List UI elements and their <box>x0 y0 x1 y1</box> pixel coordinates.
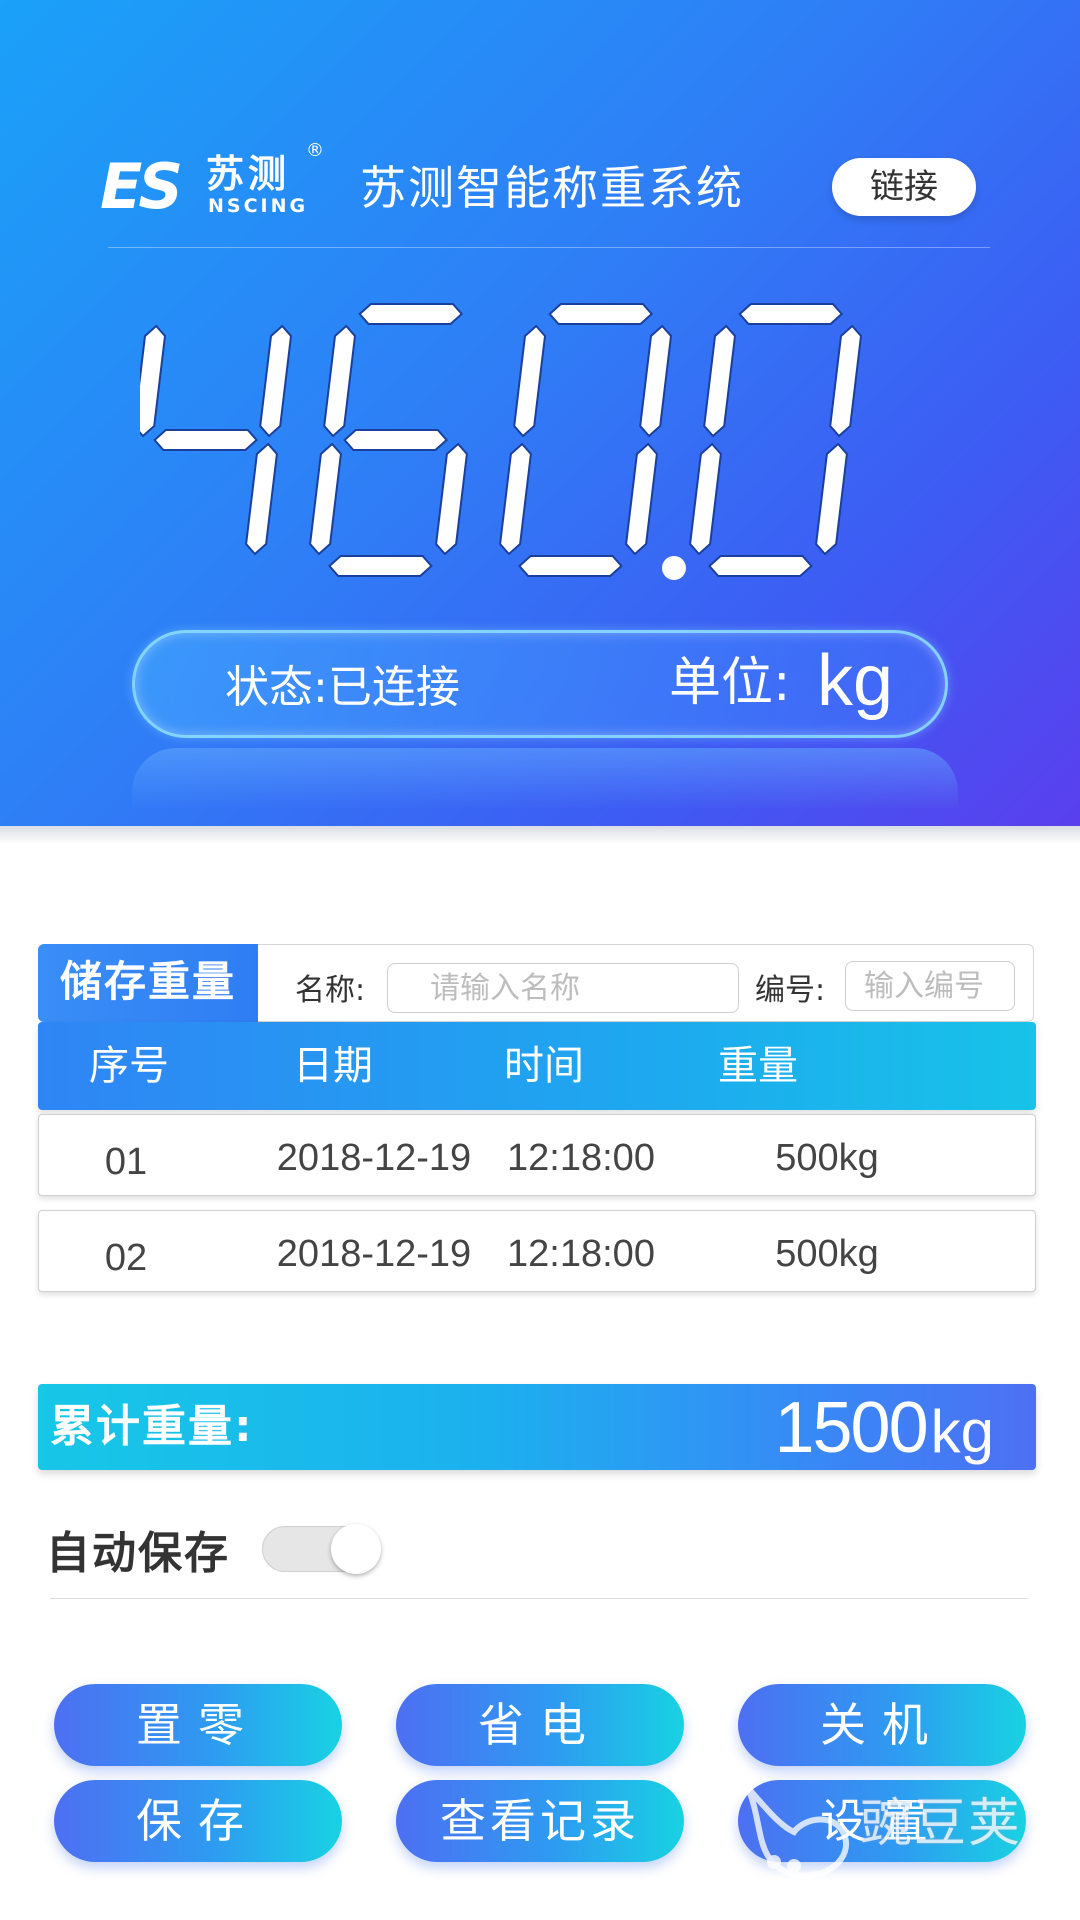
weight-digit-3 <box>689 303 863 577</box>
pill-reflection <box>132 748 958 808</box>
digit-segment-e <box>309 442 342 556</box>
cell-date: 2018-12-19 <box>276 1137 472 1179</box>
digit-segment-c <box>245 442 278 556</box>
cell-weight: 500kg <box>775 1137 879 1179</box>
code-input[interactable] <box>845 961 1015 1011</box>
digit-segment-g <box>153 429 259 451</box>
digit-segment-d <box>517 555 623 577</box>
digit-segment-b <box>259 324 293 438</box>
connection-status: 状态:已连接 <box>225 662 460 713</box>
digit-segment-c <box>435 442 468 556</box>
digit-segment-e <box>499 442 532 556</box>
unit-value: kg <box>817 641 894 721</box>
table-row[interactable]: 01 2018-12-19 12:18:00 500kg <box>38 1114 1036 1196</box>
digit-segment-a <box>358 303 464 325</box>
digit-segment-f <box>703 324 737 438</box>
digit-segment-f <box>513 324 547 438</box>
digit-segment-b <box>829 324 863 438</box>
view-records-button[interactable]: 查看记录 <box>396 1780 684 1862</box>
storage-bar: 储存重量 名称: 编号: <box>38 944 1034 1022</box>
column-header-date: 日期 <box>293 1043 373 1089</box>
weight-digit-2 <box>499 303 673 577</box>
watermark-icon <box>745 1786 849 1879</box>
save-button[interactable]: 保存 <box>54 1780 342 1862</box>
section-divider <box>50 1598 1028 1599</box>
total-weight-label: 累计重量: <box>50 1401 254 1452</box>
auto-save-label: 自动保存 <box>46 1528 230 1579</box>
total-weight-value: 1500kg <box>774 1390 994 1470</box>
zero-button[interactable]: 置零 <box>54 1684 342 1766</box>
header-divider <box>108 247 990 248</box>
weight-readout <box>140 303 863 580</box>
panel-shadow <box>0 826 1080 844</box>
storage-title: 储存重量 <box>38 944 258 1022</box>
status-pill: 状态:已连接 单位: kg <box>132 630 948 738</box>
registered-mark: ® <box>306 140 324 161</box>
logo-brand-en: NSCING <box>208 195 309 217</box>
shutdown-button[interactable]: 关机 <box>738 1684 1026 1766</box>
code-label: 编号: <box>755 973 826 1008</box>
digit-segment-c <box>815 442 848 556</box>
connect-button[interactable]: 链接 <box>832 158 976 216</box>
cell-date: 2018-12-19 <box>276 1233 472 1275</box>
nscing-logo: ES 苏测 NSCING ® <box>100 142 324 223</box>
digit-segment-g <box>343 429 449 451</box>
digit-segment-d <box>327 555 433 577</box>
toggle-knob[interactable] <box>331 1524 381 1574</box>
digit-segment-a <box>548 303 654 325</box>
column-header-time: 时间 <box>504 1043 584 1089</box>
cell-time: 12:18:00 <box>507 1233 655 1275</box>
digit-segment-b <box>639 324 673 438</box>
power-save-button[interactable]: 省电 <box>396 1684 684 1766</box>
digit-segment-a <box>738 303 844 325</box>
weight-digit-0 <box>140 324 293 556</box>
digit-segment-c <box>625 442 658 556</box>
watermark-text: 豌豆荚 <box>860 1794 1023 1854</box>
digit-segment-f <box>140 324 167 438</box>
table-header: 序号 日期 时间 重量 <box>38 1022 1036 1110</box>
total-weight-bar: 累计重量: 1500kg <box>38 1384 1036 1470</box>
name-label: 名称: <box>295 973 366 1008</box>
column-header-index: 序号 <box>89 1043 169 1089</box>
digit-segment-f <box>323 324 357 438</box>
cell-time: 12:18:00 <box>507 1137 655 1179</box>
unit-label: 单位: <box>669 653 791 713</box>
digit-segment-e <box>689 442 722 556</box>
cell-index: 01 <box>104 1141 148 1183</box>
column-header-weight: 重量 <box>718 1043 798 1089</box>
cell-index: 02 <box>104 1237 148 1279</box>
auto-save-toggle[interactable] <box>262 1524 381 1574</box>
digit-segment-d <box>707 555 813 577</box>
watermark: 豌豆荚 <box>734 1766 1064 1886</box>
app-title: 苏测智能称重系统 <box>360 161 744 215</box>
logo-mark: ES <box>100 150 183 223</box>
weight-digit-1 <box>309 303 468 577</box>
total-weight-unit: kg <box>930 1398 994 1465</box>
weight-display-panel: ES 苏测 NSCING ® 苏测智能称重系统 链接 状态:已连接 单位: kg <box>0 0 1080 826</box>
cell-weight: 500kg <box>775 1233 879 1275</box>
name-input[interactable] <box>387 963 739 1013</box>
logo-brand-cn: 苏测 <box>206 152 291 196</box>
decimal-point <box>662 556 686 580</box>
total-weight-number: 1500 <box>774 1388 928 1468</box>
table-row[interactable]: 02 2018-12-19 12:18:00 500kg <box>38 1210 1036 1292</box>
